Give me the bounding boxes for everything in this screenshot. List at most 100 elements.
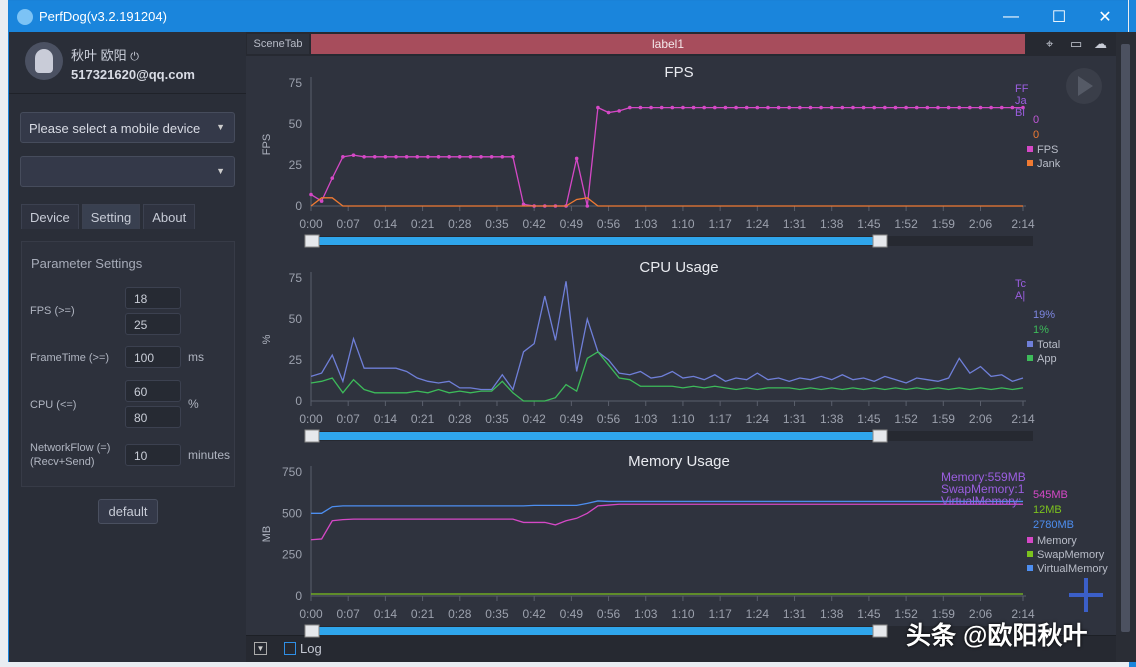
data-point: [341, 155, 345, 159]
data-point: [925, 105, 930, 110]
data-point: [861, 105, 866, 110]
x-tick-label: 1:17: [708, 217, 732, 231]
data-point: [723, 105, 728, 110]
x-tick-label: 0:00: [299, 217, 323, 231]
x-tick-label: 2:06: [969, 217, 993, 231]
x-tick-label: 1:24: [746, 607, 770, 621]
legend-item-jank[interactable]: Jank: [1037, 158, 1061, 170]
data-point: [893, 105, 898, 110]
current-value: 0: [1033, 129, 1039, 141]
current-value: 12MB: [1033, 504, 1062, 516]
x-tick-label: 0:56: [597, 412, 621, 426]
x-tick-label: 2:14: [1011, 412, 1035, 426]
data-point: [394, 155, 398, 159]
x-tick-label: 1:10: [671, 217, 695, 231]
legend-item-memory[interactable]: Memory: [1037, 535, 1077, 547]
slider-range[interactable]: [312, 627, 880, 635]
x-tick-label: 0:56: [597, 607, 621, 621]
overlay-label: Ja: [1015, 95, 1028, 107]
series-line-app: [310, 350, 1024, 402]
x-tick-label: 0:49: [560, 217, 584, 231]
x-tick-label: 0:07: [337, 412, 361, 426]
x-tick-label: 1:31: [783, 217, 807, 231]
data-point: [978, 105, 983, 110]
legend-item-virtualmemory[interactable]: VirtualMemory: [1037, 563, 1108, 575]
slider-handle-left[interactable]: [304, 429, 320, 443]
slider-handle-right[interactable]: [872, 429, 888, 443]
x-tick-label: 1:45: [857, 607, 881, 621]
data-point: [362, 155, 366, 159]
overlay-label: Bl: [1015, 107, 1025, 119]
data-point: [989, 105, 993, 110]
x-tick-label: 0:42: [522, 412, 546, 426]
x-tick-label: 1:38: [820, 217, 844, 231]
data-point: [330, 176, 335, 180]
x-tick-label: 1:59: [932, 412, 956, 426]
data-point: [468, 155, 473, 159]
series-line-virtualmemory: [311, 500, 1023, 514]
slider-handle-right[interactable]: [872, 234, 888, 248]
x-tick-label: 1:03: [634, 607, 658, 621]
data-point: [946, 105, 951, 110]
legend-item-app[interactable]: App: [1037, 353, 1057, 365]
data-point: [755, 105, 760, 110]
data-point: [787, 105, 792, 110]
overlay-label: FF: [1015, 83, 1029, 95]
legend-swatch: [1027, 341, 1033, 347]
y-tick-label: 50: [289, 117, 303, 131]
y-tick-label: 0: [295, 394, 302, 408]
data-point: [999, 105, 1004, 110]
slider-range[interactable]: [312, 432, 880, 440]
chart-0: FPS FPS 0 25 50 75 0:00 0:07 0:14 0:21 0:28 0:35 0:4…: [261, 64, 1061, 248]
x-tick-label: 0:14: [374, 607, 398, 621]
chart-title: FPS: [664, 64, 693, 81]
x-tick-label: 0:14: [374, 217, 398, 231]
series-line-jank: [310, 197, 1023, 207]
slider-handle-left[interactable]: [304, 234, 320, 248]
x-tick-label: 0:28: [448, 217, 472, 231]
legend-item-fps[interactable]: FPS: [1037, 144, 1058, 156]
data-point: [606, 110, 611, 115]
data-point: [319, 199, 324, 203]
x-tick-label: 0:07: [337, 607, 361, 621]
legend-item-swapmemory[interactable]: SwapMemory: [1037, 549, 1105, 561]
add-icon[interactable]: [1069, 578, 1103, 612]
data-point: [426, 155, 430, 159]
y-tick-label: 500: [282, 506, 302, 520]
x-tick-label: 1:10: [671, 607, 695, 621]
data-point: [585, 204, 590, 208]
data-point: [819, 105, 823, 110]
data-point: [383, 155, 388, 159]
current-value: 1%: [1033, 324, 1049, 336]
data-point: [808, 105, 813, 110]
x-tick-label: 1:38: [820, 607, 844, 621]
x-tick-label: 1:31: [783, 412, 807, 426]
chart-2: Memory Usage MB 0 250 500 750 0:00 0:07 0:14 0:21…: [261, 453, 1108, 638]
data-point: [776, 105, 781, 110]
y-tick-label: 250: [282, 548, 302, 562]
slider-handle-right[interactable]: [872, 624, 888, 638]
y-tick-label: 75: [289, 271, 303, 285]
x-tick-label: 0:21: [411, 217, 435, 231]
y-tick-label: 0: [295, 589, 302, 603]
data-point: [851, 105, 855, 110]
y-tick-label: 25: [289, 353, 303, 367]
legend-item-total[interactable]: Total: [1037, 339, 1060, 351]
data-point: [415, 155, 420, 159]
legend-swatch: [1027, 565, 1033, 571]
x-tick-label: 0:56: [597, 217, 621, 231]
watermark: 头条 @欧阳秋叶: [906, 622, 1088, 650]
current-value: 2780MB: [1033, 519, 1074, 531]
data-point: [574, 156, 579, 161]
slider-range[interactable]: [312, 237, 880, 245]
x-tick-label: 1:45: [857, 412, 881, 426]
x-tick-label: 1:03: [634, 217, 658, 231]
x-tick-label: 1:10: [671, 412, 695, 426]
legend-swatch: [1027, 551, 1033, 557]
slider-handle-left[interactable]: [304, 624, 320, 638]
x-tick-label: 0:00: [299, 412, 323, 426]
legend-swatch: [1027, 160, 1033, 166]
data-point: [957, 105, 962, 110]
data-point: [500, 155, 505, 159]
x-tick-label: 0:21: [411, 607, 435, 621]
